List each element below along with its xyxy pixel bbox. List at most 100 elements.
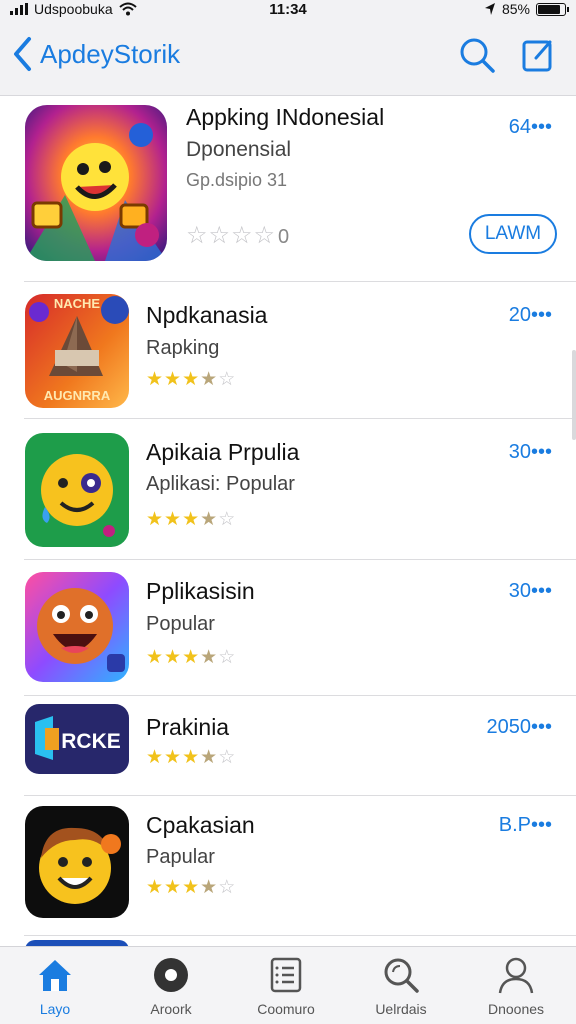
tab-label: Layo: [39, 1001, 71, 1017]
emoji-wink-app-icon: [25, 433, 129, 547]
app-price: 64•••: [508, 116, 552, 138]
star-icon: ★: [200, 369, 218, 390]
icon-text-top: NACHE: [54, 296, 101, 311]
rating-count: 0: [278, 226, 290, 248]
tab-search[interactable]: Uelrdais: [346, 955, 456, 1017]
star-icon: ★: [182, 647, 200, 668]
app-subtitle: Popular: [146, 613, 215, 635]
star-icon: ☆: [231, 222, 253, 249]
emoji-app-icon: [25, 105, 167, 261]
app-subtitle: Papular: [146, 846, 215, 868]
search-icon: [384, 958, 419, 993]
star-icon: ☆: [218, 647, 236, 668]
star-icon: ☆: [218, 747, 236, 768]
star-icon: ★: [182, 747, 200, 768]
star-icon: ★: [164, 647, 182, 668]
list-item[interactable]: NACHE AUGNRRA Npdkanasia Rapking 20••• ★…: [0, 282, 576, 419]
app-name: Prakinia: [146, 714, 230, 740]
star-rating: ★ ★ ★ ★ ☆: [146, 748, 235, 767]
star-icon: ★: [164, 877, 182, 898]
navigation-bar: ApdeyStorik: [0, 22, 576, 96]
app-name: Npdkanasia: [146, 302, 268, 328]
star-icon: ☆: [218, 509, 236, 530]
compose-icon[interactable]: [520, 36, 556, 74]
record-icon: [154, 958, 188, 992]
star-icon: ☆: [218, 369, 236, 390]
star-icon: ☆: [218, 877, 236, 898]
get-button[interactable]: LAWM: [469, 214, 557, 254]
chevron-left-icon: [14, 37, 31, 71]
star-icon: ★: [146, 747, 164, 768]
star-icon: ★: [182, 877, 200, 898]
tab-list[interactable]: Coomuro: [231, 955, 341, 1017]
star-icon: ★: [146, 647, 164, 668]
list-item[interactable]: Cpakasian Papular B.P••• ★ ★ ★ ★ ☆: [0, 796, 576, 936]
app-price: B.P•••: [498, 814, 552, 836]
battery-percent: 85%: [501, 1, 530, 17]
icon-text: RCKE: [61, 730, 121, 753]
rckt-app-icon: RCKE: [25, 704, 129, 774]
app-icon-5: RCKE: [25, 704, 129, 774]
list-item[interactable]: Pplikasisin Popular 30••• ★ ★ ★ ★ ☆: [0, 560, 576, 696]
app-subtitle: Dponensial: [186, 138, 292, 161]
star-icon: ★: [200, 877, 218, 898]
list-item[interactable]: Appking INdonesial Dponensial Gp.dsipio …: [0, 96, 576, 282]
list-item[interactable]: Apikaia Prpulia Aplikasi: Popular 30••• …: [0, 419, 576, 560]
star-icon: ★: [164, 747, 182, 768]
app-price: 20•••: [508, 304, 552, 326]
star-icon: ☆: [186, 222, 208, 249]
emoji-smile-app-icon: [25, 806, 129, 918]
star-icon: ☆: [253, 222, 276, 249]
tab-label: Uelrdais: [375, 1001, 427, 1017]
app-icon-4: [25, 572, 129, 682]
star-rating: ★ ★ ★ ★ ☆: [146, 648, 235, 667]
tab-label: Dnoones: [487, 1001, 545, 1017]
scroll-indicator[interactable]: [572, 350, 576, 440]
star-icon: ★: [146, 877, 164, 898]
star-icon: ★: [200, 509, 218, 530]
app-icon-3: [25, 433, 129, 547]
star-icon: ★: [200, 647, 218, 668]
star-icon: ★: [164, 509, 182, 530]
star-icon: ★: [200, 747, 218, 768]
star-rating: ★ ★ ★ ★ ☆: [146, 510, 235, 529]
list-icon: [270, 957, 302, 993]
location-arrow-icon: [484, 3, 495, 15]
app-meta: Gp.dsipio 31: [186, 170, 288, 190]
back-label: ApdeyStorik: [40, 38, 181, 69]
star-icon: ☆: [208, 222, 231, 249]
app-price: 30•••: [508, 441, 552, 463]
person-icon: [498, 957, 534, 994]
star-icon: ★: [182, 509, 200, 530]
star-icon: ★: [164, 369, 182, 390]
app-icon-1: [25, 105, 167, 261]
app-subtitle: Aplikasi: Popular: [146, 473, 295, 495]
icon-text-bottom: AUGNRRA: [44, 388, 111, 403]
list-item[interactable]: RCKE Prakinia 2050••• ★ ★ ★ ★ ☆: [0, 696, 576, 796]
status-bar: Udspoobuka 11:34 85%: [0, 0, 576, 22]
home-icon: [39, 960, 71, 991]
app-name: Pplikasisin: [146, 578, 255, 604]
app-price: 30•••: [508, 580, 552, 602]
search-icon[interactable]: [458, 36, 496, 74]
tab-bar: Layo Aroork Coomuro Uelrdais Dnoones: [0, 946, 576, 1024]
game-app-icon: NACHE AUGNRRA: [25, 294, 129, 408]
app-name: Appking INdonesial: [186, 104, 385, 130]
star-icon: ★: [146, 509, 164, 530]
status-right: 85%: [484, 1, 569, 17]
star-icon: ★: [182, 369, 200, 390]
star-rating: ★ ★ ★ ★ ☆: [146, 878, 235, 897]
emoji-laugh-app-icon: [25, 572, 129, 682]
star-rating: ★ ★ ★ ★ ☆: [146, 370, 235, 389]
tab-profile[interactable]: Dnoones: [461, 955, 571, 1017]
tab-home[interactable]: Layo: [0, 955, 110, 1017]
back-button[interactable]: ApdeyStorik: [12, 36, 180, 72]
app-name: Apikaia Prpulia: [146, 439, 300, 465]
tab-label: Coomuro: [257, 1001, 315, 1017]
app-subtitle: Rapking: [146, 337, 220, 359]
star-rating: ☆ ☆ ☆ ☆: [186, 224, 275, 248]
tab-label: Aroork: [150, 1001, 192, 1017]
tab-record[interactable]: Aroork: [116, 955, 226, 1017]
app-name: Cpakasian: [146, 812, 255, 838]
app-price: 2050•••: [486, 716, 553, 738]
